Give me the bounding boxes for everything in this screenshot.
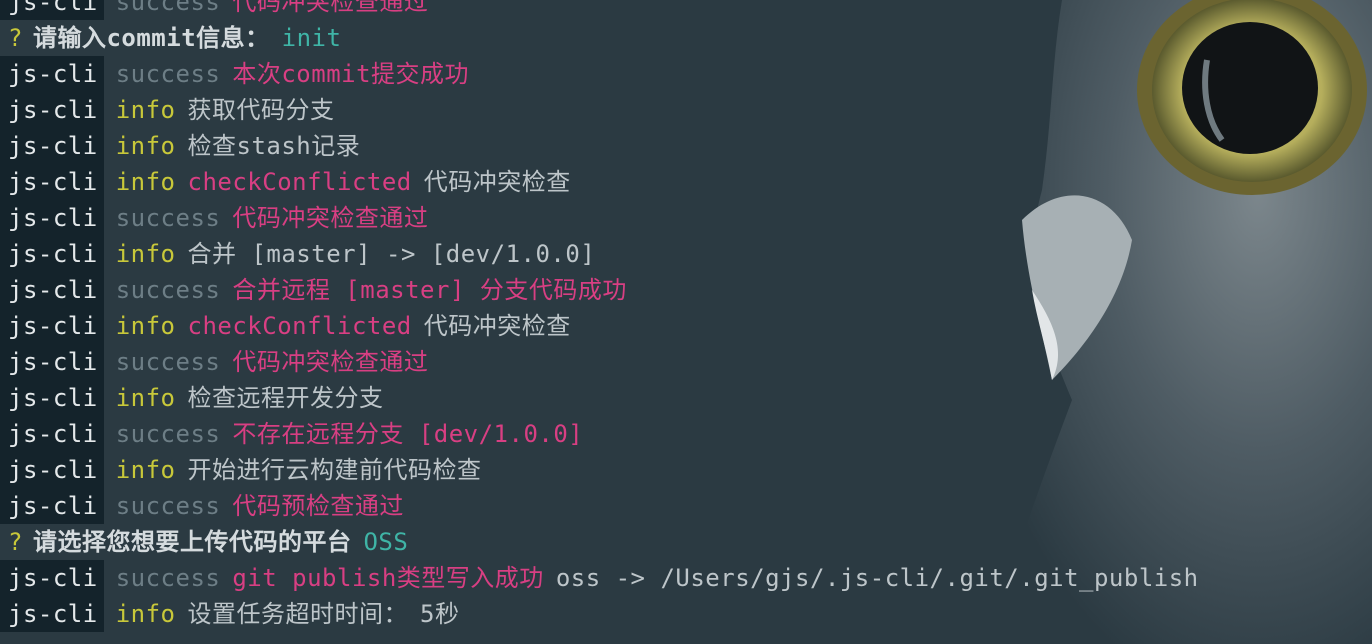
log-extra: 5秒 <box>420 600 460 628</box>
log-level: success <box>115 492 221 520</box>
log-line: js-cli info 检查stash记录 <box>0 128 1372 164</box>
log-line: js-cli info 获取代码分支 <box>0 92 1372 128</box>
log-level: success <box>115 564 221 592</box>
prompt-answer: OSS <box>363 528 409 556</box>
log-line: js-cli success 代码冲突检查通过 <box>0 200 1372 236</box>
log-message: 代码预检查通过 <box>232 492 404 520</box>
log-message: 合并 [master] -> [dev/1.0.0] <box>187 240 596 268</box>
log-level: info <box>115 168 176 196</box>
log-prefix: js-cli <box>0 380 104 416</box>
prompt-question: 请选择您想要上传代码的平台 <box>32 528 352 556</box>
log-message: 获取代码分支 <box>187 96 335 124</box>
log-message: git publish类型写入成功 <box>232 564 544 592</box>
log-level: info <box>115 384 176 412</box>
log-prefix: js-cli <box>0 416 104 452</box>
log-message: 代码冲突检查通过 <box>232 204 429 232</box>
log-level: info <box>115 96 176 124</box>
log-prefix: js-cli <box>0 164 104 200</box>
log-prefix: js-cli <box>0 92 104 128</box>
log-line: js-cli success 不存在远程分支 [dev/1.0.0] <box>0 416 1372 452</box>
log-line: js-cli success 本次commit提交成功 <box>0 56 1372 92</box>
log-line: js-cli success git publish类型写入成功 oss -> /Us… <box>0 560 1372 596</box>
log-message: 检查stash记录 <box>187 132 361 160</box>
log-prefix: js-cli <box>0 452 104 488</box>
log-prefix: js-cli <box>0 344 104 380</box>
log-level: info <box>115 456 176 484</box>
log-prefix: js-cli <box>0 128 104 164</box>
prompt-question: 请输入commit信息： <box>32 24 270 52</box>
log-line: js-cli success 合并远程 [master] 分支代码成功 <box>0 272 1372 308</box>
log-level: info <box>115 240 176 268</box>
log-extra: oss -> /Users/gjs/.js-cli/.git/.git_publ… <box>555 564 1199 592</box>
prompt-answer: init <box>281 24 342 52</box>
prompt-marker: ? <box>8 528 23 556</box>
log-line: js-cli info 检查远程开发分支 <box>0 380 1372 416</box>
log-prefix: js-cli <box>0 200 104 236</box>
prompt-line: ? 请选择您想要上传代码的平台 OSS <box>0 524 1372 560</box>
log-line: js-cli info checkConflicted 代码冲突检查 <box>0 164 1372 200</box>
log-prefix: js-cli <box>0 272 104 308</box>
log-line: js-cli info 开始进行云构建前代码检查 <box>0 452 1372 488</box>
log-level: success <box>115 60 221 88</box>
log-line: js-cli success 代码预检查通过 <box>0 488 1372 524</box>
log-level: success <box>115 348 221 376</box>
log-level: success <box>115 0 221 16</box>
log-message: 检查远程开发分支 <box>187 384 384 412</box>
log-level: info <box>115 312 176 340</box>
log-message: 代码冲突检查通过 <box>232 348 429 376</box>
log-prefix: js-cli <box>0 596 104 632</box>
log-message: 开始进行云构建前代码检查 <box>187 456 482 484</box>
log-message: 本次commit提交成功 <box>232 60 470 88</box>
log-message: checkConflicted <box>187 312 412 340</box>
log-line: js-cli info checkConflicted 代码冲突检查 <box>0 308 1372 344</box>
log-extra: 代码冲突检查 <box>423 312 571 340</box>
prompt-line: ? 请输入commit信息： init <box>0 20 1372 56</box>
log-level: success <box>115 420 221 448</box>
log-line: js-cli info 设置任务超时时间： 5秒 <box>0 596 1372 632</box>
log-line: js-cli info 合并 [master] -> [dev/1.0.0] <box>0 236 1372 272</box>
log-extra: 代码冲突检查 <box>423 168 571 196</box>
log-level: info <box>115 600 176 628</box>
log-message: 不存在远程分支 [dev/1.0.0] <box>232 420 584 448</box>
log-prefix: js-cli <box>0 488 104 524</box>
log-prefix: js-cli <box>0 560 104 596</box>
log-line: js-cli success 代码冲突检查通过 <box>0 344 1372 380</box>
log-message: checkConflicted <box>187 168 412 196</box>
log-message: 设置任务超时时间： <box>187 600 408 628</box>
log-level: success <box>115 276 221 304</box>
log-line: js-cli success 代码冲突检查通过 <box>0 0 1372 20</box>
terminal-output: js-cli success 代码冲突检查通过? 请输入commit信息： init js… <box>0 0 1372 632</box>
log-level: success <box>115 204 221 232</box>
log-message: 合并远程 [master] 分支代码成功 <box>232 276 627 304</box>
log-prefix: js-cli <box>0 236 104 272</box>
log-message: 代码冲突检查通过 <box>232 0 429 16</box>
terminal-window[interactable]: js-cli success 代码冲突检查通过? 请输入commit信息： init js… <box>0 0 1372 644</box>
log-prefix: js-cli <box>0 0 104 20</box>
log-level: info <box>115 132 176 160</box>
log-prefix: js-cli <box>0 308 104 344</box>
prompt-marker: ? <box>8 24 23 52</box>
log-prefix: js-cli <box>0 56 104 92</box>
